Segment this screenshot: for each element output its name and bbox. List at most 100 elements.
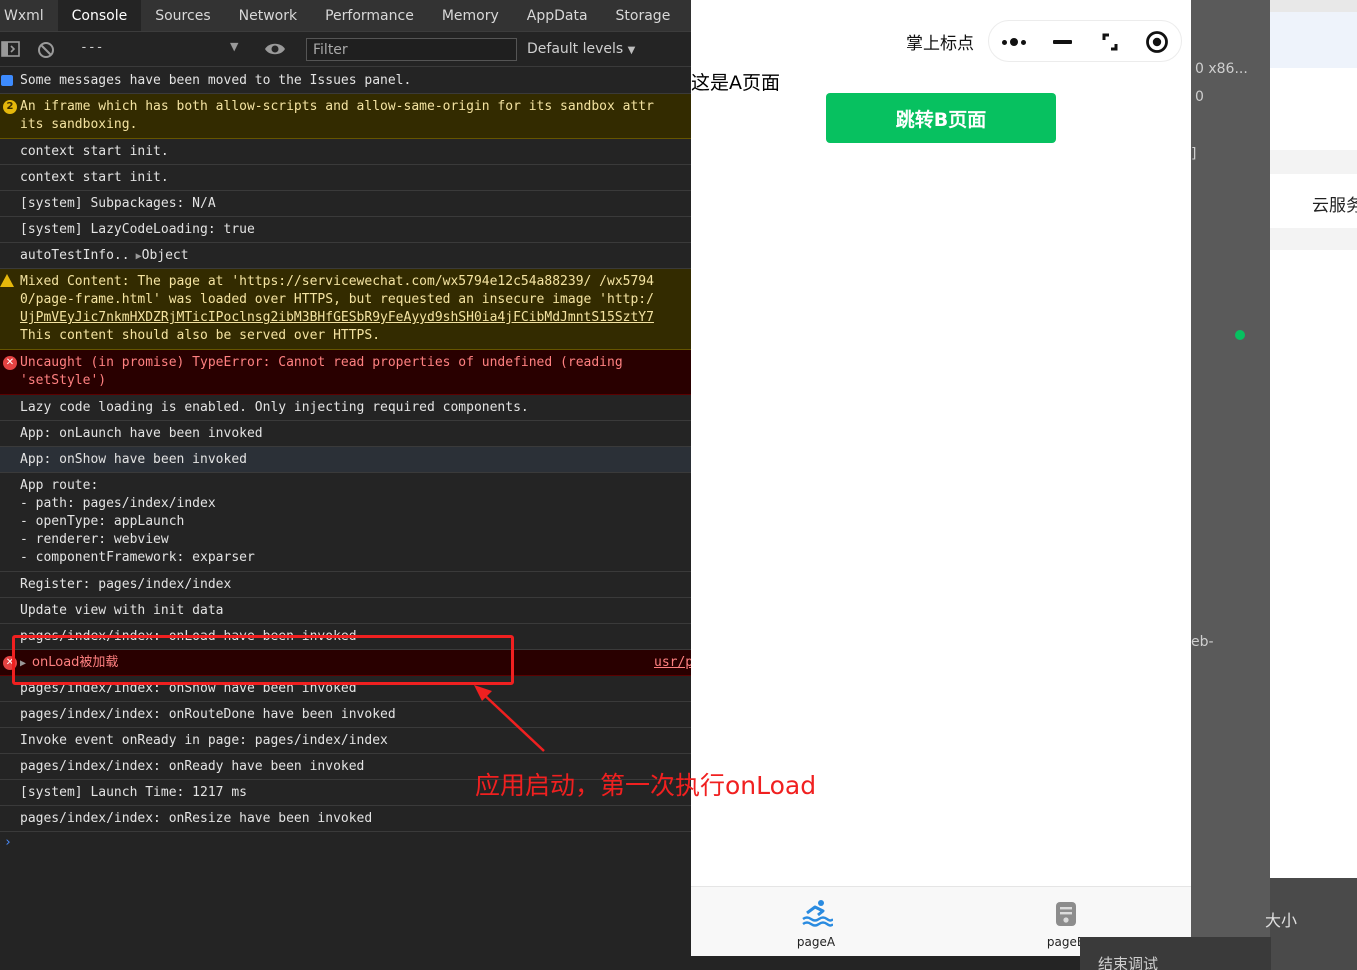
console-message-line: 'setStyle'): [20, 373, 107, 388]
warning-count-badge: 2: [3, 100, 17, 114]
goto-page-b-button[interactable]: 跳转B页面: [826, 93, 1056, 143]
console-row: Invoke event onReady in page: pages/inde…: [0, 728, 691, 754]
console-message-line: This content should also be served over …: [20, 328, 381, 343]
console-message-line: - openType: appLaunch: [20, 514, 185, 529]
console-message-line: App route:: [20, 478, 99, 493]
tab-memory[interactable]: Memory: [428, 0, 513, 31]
console-message-line: UjPmVEyJic7nkmHXDZRjMTicIPoclnsg2ibM3BHf…: [20, 310, 654, 325]
issues-info-icon: [1, 75, 13, 86]
console-message: autoTestInfo..: [20, 248, 130, 263]
default-levels-dropdown[interactable]: Default levels ▼: [527, 41, 635, 57]
console-row: Register: pages/index/index: [0, 572, 691, 598]
console-row: App: onShow have been invoked: [0, 447, 691, 473]
chevron-down-icon: ▼: [627, 45, 636, 56]
console-message-line: 0/page-frame.html' was loaded over HTTPS…: [20, 292, 654, 307]
console-message-line: - path: pages/index/index: [20, 496, 216, 511]
console-message-line: - renderer: webview: [20, 532, 169, 547]
tab-appdata[interactable]: AppData: [513, 0, 602, 31]
console-row: Lazy code loading is enabled. Only injec…: [0, 395, 691, 421]
tab-wxml[interactable]: Wxml: [0, 0, 58, 31]
console-message-line: Uncaught (in promise) TypeError: Cannot …: [20, 355, 623, 370]
close-target-icon[interactable]: [1142, 29, 1172, 55]
console-row: App: onLaunch have been invoked: [0, 421, 691, 447]
annotation-text: 应用启动，第一次执行onLoad: [475, 771, 817, 800]
console-message: Register: pages/index/index: [20, 577, 232, 592]
bg-text-3: ]: [1191, 146, 1197, 162]
console-row: pages/index/index: onRouteDone have been…: [0, 702, 691, 728]
console-message: pages/index/index: onRouteDone have been…: [20, 707, 396, 722]
capsule-menu: [988, 20, 1182, 62]
console-message: context start init.: [20, 144, 169, 159]
console-message-line: its sandboxing.: [20, 117, 138, 132]
background-gray-area: [1191, 0, 1270, 937]
console-message-line: An iframe which has both allow-scripts a…: [20, 99, 654, 114]
console-message: [system] Launch Time: 1217 ms: [20, 785, 247, 800]
console-row: Update view with init data: [0, 598, 691, 624]
end-debug-button[interactable]: 结束调试: [1098, 953, 1158, 970]
console-message: context start init.: [20, 170, 169, 185]
console-row: An iframe which has both allow-scripts a…: [0, 94, 691, 139]
document-icon: [1055, 901, 1077, 931]
context-dropdown-icon[interactable]: ▼: [230, 40, 238, 53]
default-levels-label: Default levels: [527, 41, 624, 57]
console-row: Some messages have been moved to the Iss…: [0, 68, 691, 94]
background-white-area: [1270, 0, 1357, 878]
tab-console[interactable]: Console: [57, 0, 142, 31]
warning-triangle-icon: [0, 274, 14, 287]
clear-console-icon[interactable]: [37, 41, 55, 63]
devtools-tabbar: Wxml Console Sources Network Performance Memo…: [0, 0, 691, 32]
bg-text-4: 云服务: [1312, 196, 1357, 216]
console-row: [system] LazyCodeLoading: true: [0, 217, 691, 243]
console-row: Mixed Content: The page at 'https://serv…: [0, 269, 691, 350]
minimize-icon[interactable]: [1047, 29, 1077, 55]
console-row: context start init.: [0, 139, 691, 165]
console-message: [system] LazyCodeLoading: true: [20, 222, 255, 237]
tab-storage[interactable]: Storage: [602, 0, 685, 31]
console-message: App: onShow have been invoked: [20, 452, 247, 467]
more-dots-icon[interactable]: [999, 29, 1029, 55]
swimmer-icon: [801, 897, 834, 933]
eye-icon[interactable]: [264, 41, 286, 61]
tab-page-a-label: pageA: [796, 935, 836, 949]
console-toolbar: --- ▼ Default levels ▼: [0, 32, 691, 67]
console-message: pages/index/index: onReady have been inv…: [20, 759, 365, 774]
bg-text-6: 大小: [1265, 911, 1298, 930]
console-row: [system] Subpackages: N/A: [0, 191, 691, 217]
error-icon: ✕: [3, 356, 17, 370]
annotation-arrow-icon: [474, 685, 545, 752]
bg-text-2: 0: [1195, 89, 1204, 105]
console-message: Update view with init data: [20, 603, 224, 618]
console-prompt[interactable]: ›: [0, 832, 691, 854]
tab-sources[interactable]: Sources: [141, 0, 224, 31]
devtools-panel: Wxml Console Sources Network Performance Memo…: [0, 0, 691, 970]
console-row: autoTestInfo.. ▶Object: [0, 243, 691, 269]
object-preview[interactable]: Object: [142, 248, 189, 263]
console-message-line: Mixed Content: The page at 'https://serv…: [20, 274, 654, 289]
console-row: Uncaught (in promise) TypeError: Cannot …: [0, 350, 691, 395]
context-select[interactable]: ---: [80, 40, 103, 55]
expand-triangle-icon: ▶: [129, 251, 142, 262]
console-message: Lazy code loading is enabled. Only injec…: [20, 400, 529, 415]
annotation-highlight-box: [12, 635, 514, 685]
expand-icon[interactable]: [1095, 29, 1125, 55]
tab-network[interactable]: Network: [225, 0, 311, 31]
tab-performance[interactable]: Performance: [311, 0, 428, 31]
console-message: Invoke event onReady in page: pages/inde…: [20, 733, 388, 748]
console-row: App route: - path: pages/index/index - ope…: [0, 473, 691, 572]
console-message: App: onLaunch have been invoked: [20, 426, 263, 441]
tab-page-a[interactable]: pageA: [691, 887, 941, 957]
console-log: Some messages have been moved to the Iss…: [0, 68, 691, 970]
console-message: [system] Subpackages: N/A: [20, 196, 216, 211]
source-link[interactable]: usr/p: [654, 654, 691, 672]
console-message: pages/index/index: onResize have been in…: [20, 811, 373, 826]
simulator-panel: 掌上标点 这是A页面 跳转B页面 pageA pageB: [691, 0, 1191, 956]
bg-text-1: 0 x86...: [1195, 61, 1248, 77]
sidebar-toggle-icon[interactable]: [1, 41, 21, 61]
background-window: 0 x86... 0 ] 云服务 eb- 大小 结束调试: [1191, 0, 1357, 970]
console-message: Some messages have been moved to the Iss…: [20, 73, 412, 88]
nav-title: 掌上标点: [906, 34, 974, 54]
console-row: context start init.: [0, 165, 691, 191]
console-message-line: - componentFramework: exparser: [20, 550, 255, 565]
filter-input[interactable]: [306, 38, 517, 61]
bg-text-5: eb-: [1191, 634, 1214, 650]
